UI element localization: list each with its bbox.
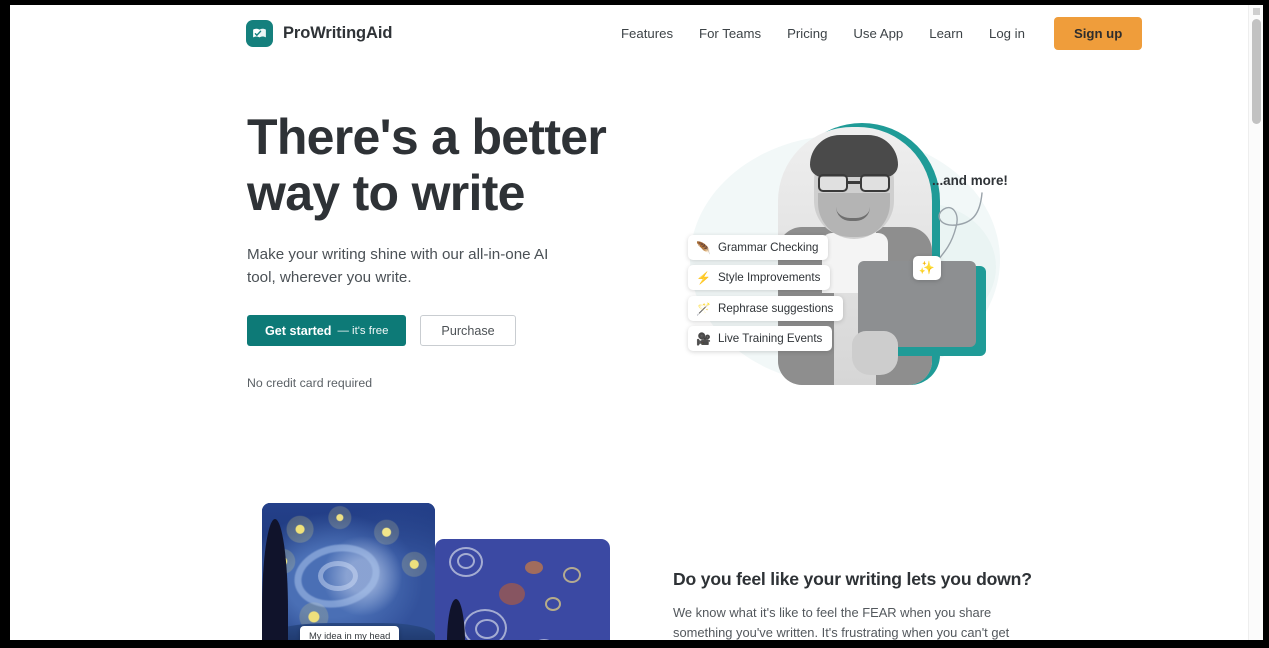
feature-card-rephrase-suggestions: 🪄 Rephrase suggestions	[688, 296, 844, 321]
feature-card-label: Live Training Events	[717, 332, 823, 345]
page-scrollbar[interactable]	[1248, 5, 1263, 640]
page-viewport: ProWritingAid Features For Teams Pricing…	[10, 5, 1263, 640]
scrollbar-thumb[interactable]	[1252, 19, 1261, 124]
section-two-heading: Do you feel like your writing lets you d…	[673, 569, 1032, 589]
crude-drawing	[435, 539, 610, 640]
feature-card-live-training-events: 🎥 Live Training Events	[688, 326, 833, 351]
lightning-bolt-icon: ⚡	[696, 270, 711, 285]
glasses-lens-right	[860, 174, 890, 192]
nav-item-features[interactable]: Features	[608, 20, 686, 47]
hero-section: There's a better way to write Make your …	[10, 61, 1248, 491]
crude-spiral	[545, 597, 561, 611]
and-more-label: ...and more!	[932, 173, 1008, 188]
hero-title-line-1: There's a better	[247, 109, 607, 165]
crude-spiral	[457, 553, 475, 569]
nav-item-pricing[interactable]: Pricing	[774, 20, 840, 47]
main-navigation: Features For Teams Pricing Use App Learn…	[608, 16, 1143, 50]
hero-title: There's a better way to write	[247, 109, 647, 221]
starry-night-painting	[262, 503, 435, 640]
feature-card-label: Rephrase suggestions	[717, 302, 834, 315]
nav-item-use-app[interactable]: Use App	[840, 20, 916, 47]
window-frame-right	[1263, 0, 1269, 648]
movie-camera-icon: 🎥	[696, 331, 711, 346]
hero-title-line-2: way to write	[247, 165, 525, 221]
feature-card-label: Grammar Checking	[717, 241, 819, 254]
sparkles-icon: ✨	[913, 256, 941, 280]
scroll-up-arrow-icon[interactable]	[1253, 8, 1260, 15]
purchase-button[interactable]: Purchase	[420, 315, 516, 347]
brand-logo-link[interactable]: ProWritingAid	[246, 19, 393, 47]
feature-card-grammar-checking: 🪶 Grammar Checking	[688, 235, 829, 260]
hero-copy: There's a better way to write Make your …	[247, 109, 647, 390]
window-frame-bottom	[0, 640, 1269, 648]
section-two-copy: Do you feel like your writing lets you d…	[673, 569, 1032, 640]
hand	[852, 331, 898, 375]
hero-actions: Get started — it's free Purchase	[247, 315, 647, 347]
page-content: ProWritingAid Features For Teams Pricing…	[10, 5, 1248, 640]
hero-illustration: 🪶 Grammar Checking ⚡ Style Improvements …	[670, 113, 1030, 443]
no-credit-card-note: No credit card required	[247, 376, 373, 391]
feature-card-label: Style Improvements	[717, 271, 821, 284]
image-caption: My idea in my head	[300, 626, 400, 640]
glasses-bridge	[848, 181, 860, 184]
crude-cypress-tree	[447, 599, 465, 640]
nav-item-for-teams[interactable]: For Teams	[686, 20, 774, 47]
hero-subtitle: Make your writing shine with our all-in-…	[247, 246, 549, 287]
before-after-images: My idea in my head	[255, 503, 610, 640]
crude-spiral	[531, 639, 557, 640]
get-started-button[interactable]: Get started — it's free	[247, 315, 407, 347]
crude-spiral	[563, 567, 581, 583]
crude-blot	[499, 583, 525, 605]
crude-blot	[525, 561, 543, 574]
window-frame-left	[0, 0, 10, 648]
section-two-body: We know what it's like to feel the FEAR …	[673, 605, 1010, 640]
glasses-lens-left	[818, 174, 848, 192]
glasses-icon	[818, 174, 890, 192]
get-started-sublabel: — it's free	[337, 324, 389, 337]
browser-window: ProWritingAid Features For Teams Pricing…	[0, 0, 1269, 648]
magic-wand-icon: 🪄	[696, 301, 711, 316]
crude-spiral	[475, 619, 499, 639]
feature-card-style-improvements: ⚡ Style Improvements	[688, 265, 831, 290]
brand-name: ProWritingAid	[283, 23, 393, 42]
book-pages-icon	[246, 19, 273, 47]
starry-swirl-inner	[318, 561, 358, 591]
hair	[810, 135, 898, 177]
get-started-label: Get started	[265, 323, 332, 338]
sign-up-button[interactable]: Sign up	[1053, 16, 1143, 50]
site-header: ProWritingAid Features For Teams Pricing…	[10, 5, 1248, 61]
feather-pen-icon: 🪶	[696, 240, 711, 255]
nav-item-log-in[interactable]: Log in	[976, 20, 1038, 47]
writing-lets-you-down-section: My idea in my head Do you feel like your…	[10, 491, 1248, 640]
nav-item-learn[interactable]: Learn	[916, 20, 976, 47]
